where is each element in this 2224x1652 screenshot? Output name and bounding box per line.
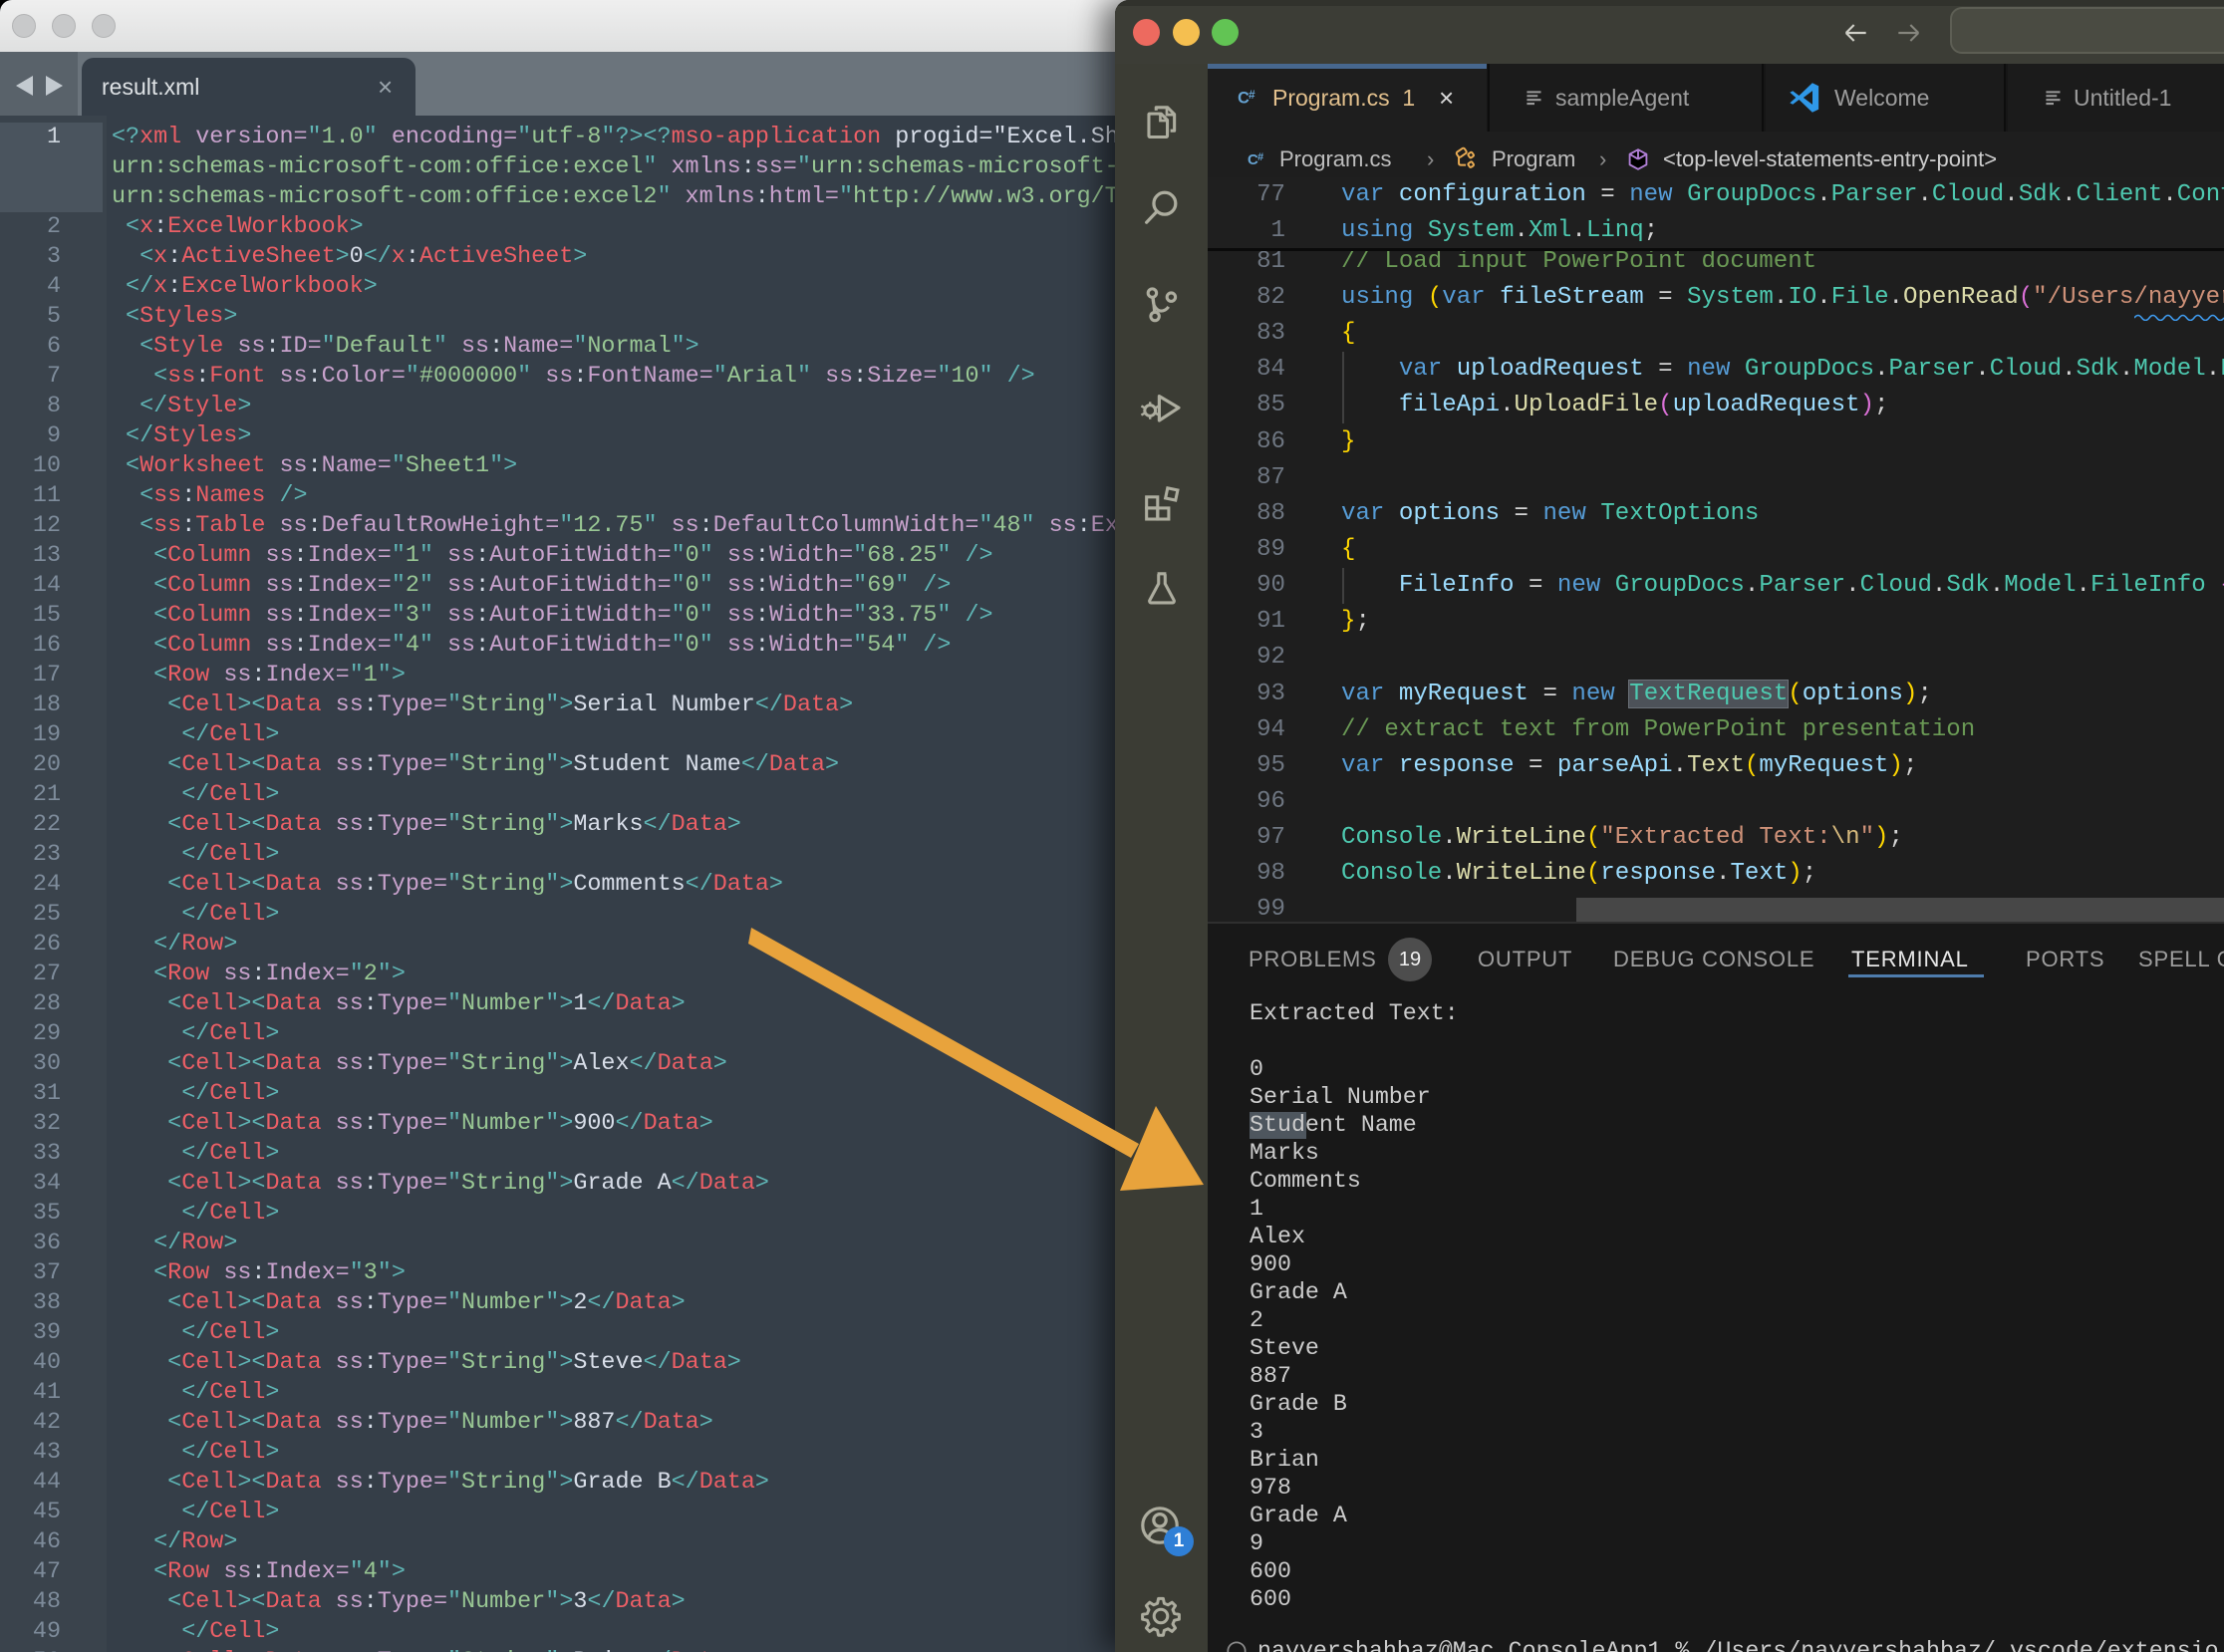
svg-text:#: # [1249,88,1255,102]
svg-text:#: # [1257,151,1263,163]
